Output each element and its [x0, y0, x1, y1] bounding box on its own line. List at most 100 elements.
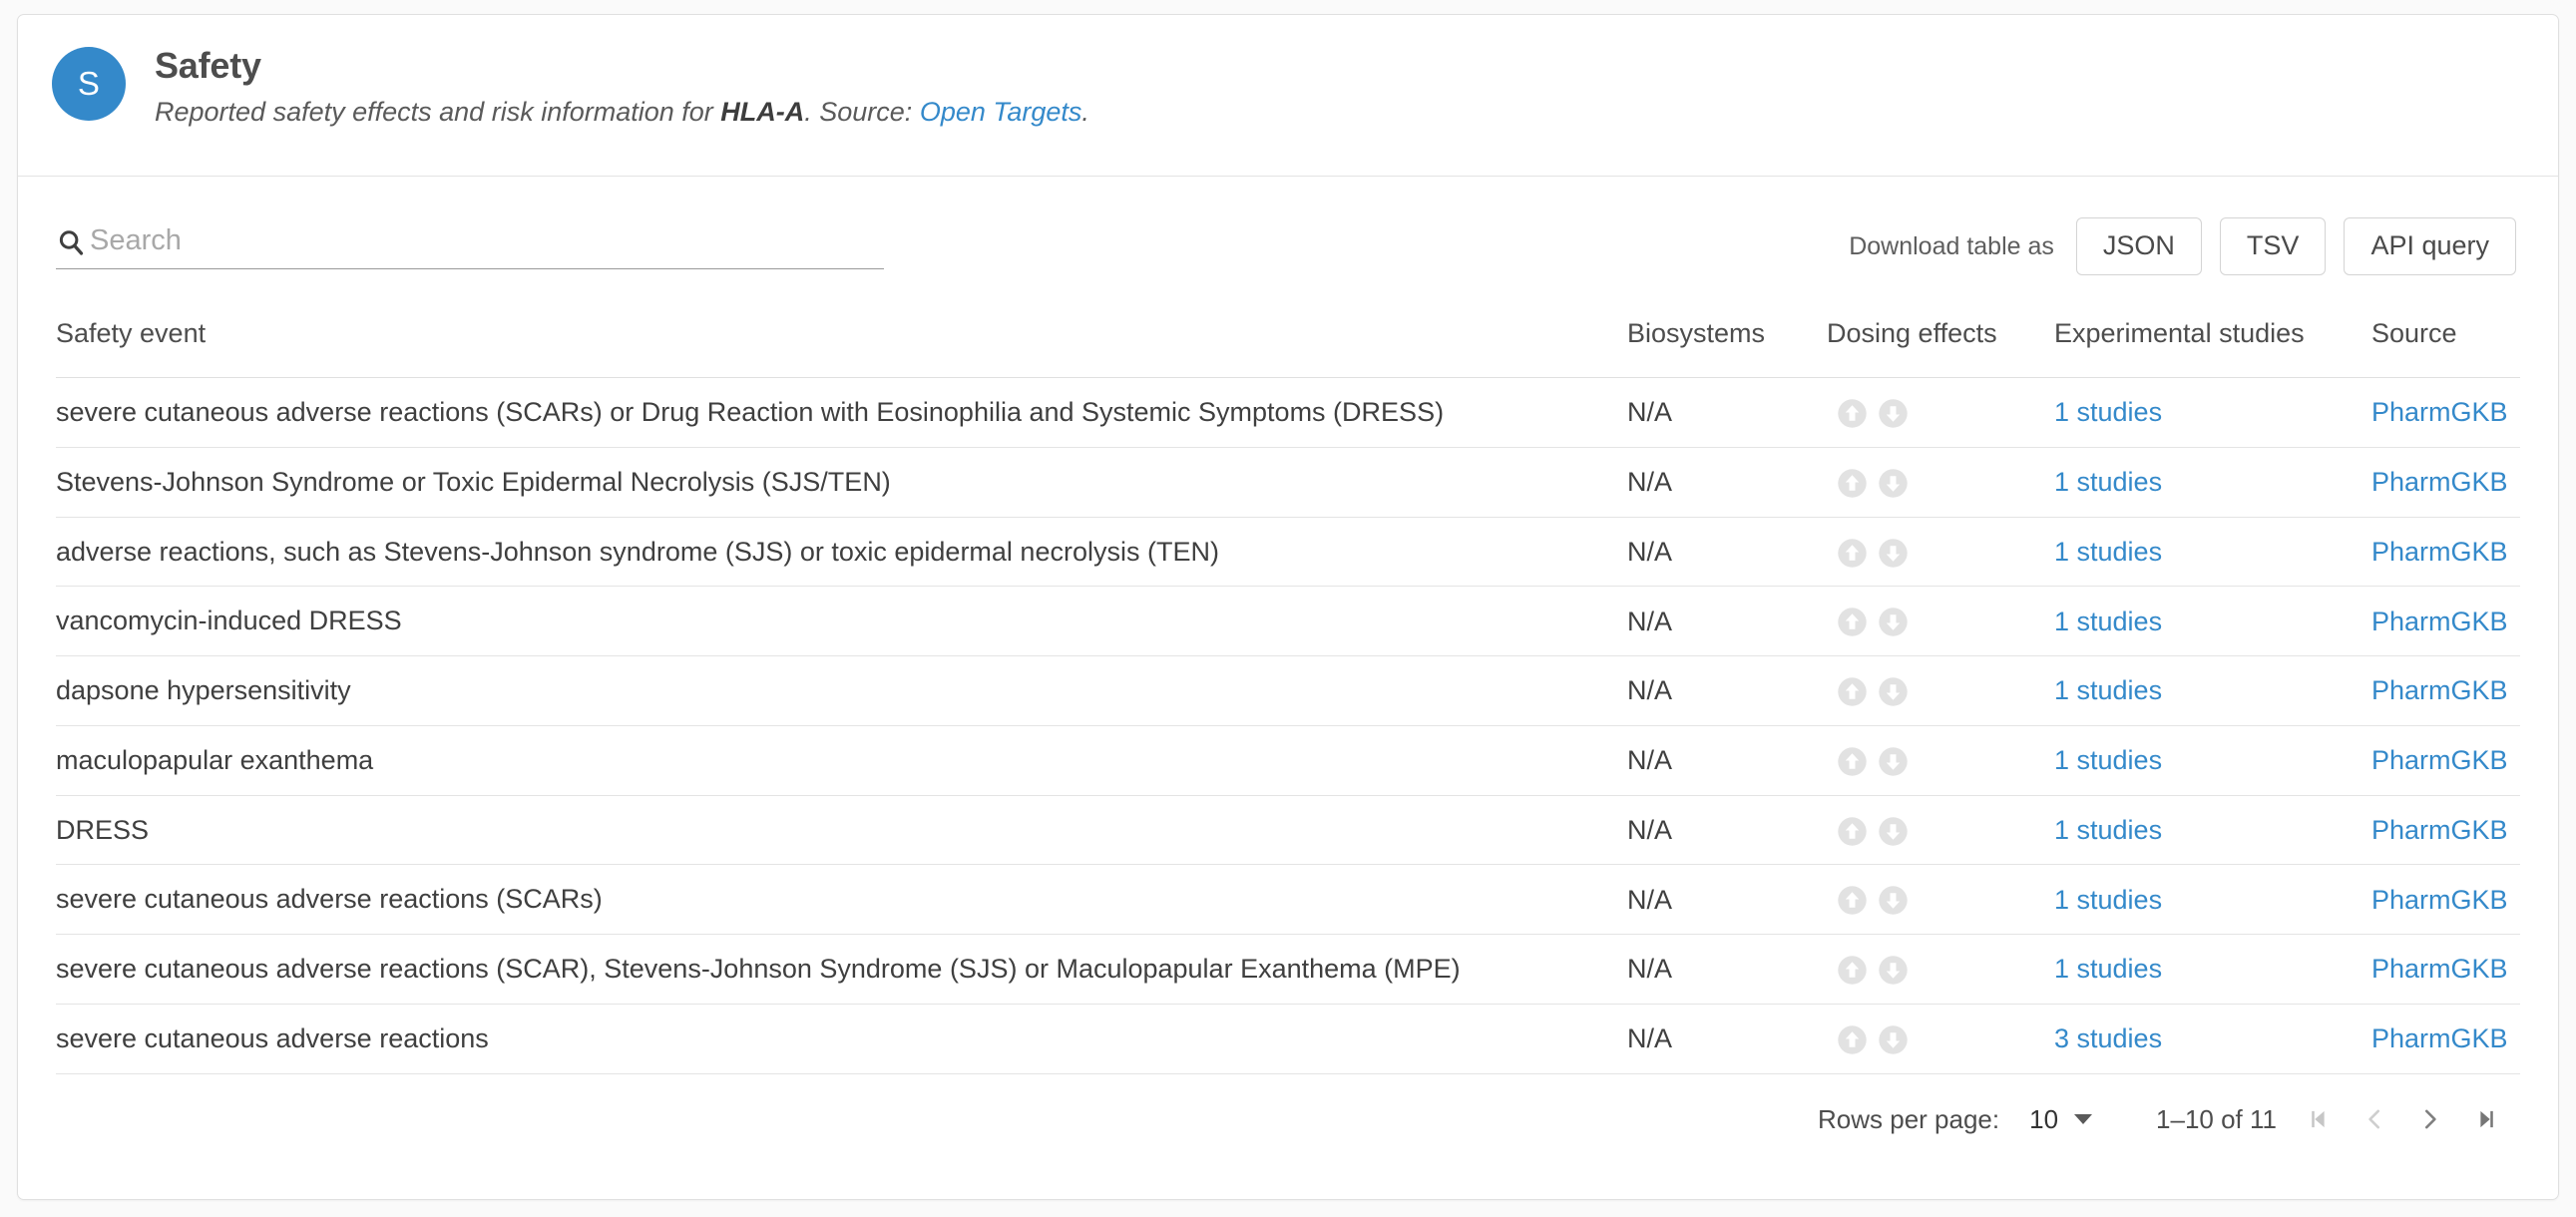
- arrow-up-circle-icon: [1838, 1025, 1867, 1054]
- download-json-button[interactable]: JSON: [2075, 217, 2202, 275]
- source-link[interactable]: PharmGKB: [2371, 397, 2508, 427]
- cell-experimental-studies: 1 studies: [2054, 655, 2371, 726]
- studies-link[interactable]: 1 studies: [2054, 815, 2162, 845]
- table-row: severe cutaneous adverse reactions (SCAR…: [56, 864, 2520, 935]
- studies-link[interactable]: 1 studies: [2054, 397, 2162, 427]
- cell-experimental-studies: 1 studies: [2054, 517, 2371, 588]
- source-link[interactable]: PharmGKB: [2371, 675, 2508, 705]
- cell-safety-event: adverse reactions, such as Stevens-Johns…: [56, 536, 1219, 567]
- studies-link[interactable]: 1 studies: [2054, 885, 2162, 915]
- cell-safety-event: severe cutaneous adverse reactions (SCAR…: [56, 954, 1461, 984]
- arrow-up-circle-icon: [1838, 399, 1867, 428]
- cell-safety-event: vancomycin-induced DRESS: [56, 606, 402, 636]
- cell-experimental-studies: 1 studies: [2054, 377, 2371, 448]
- cell-source: PharmGKB: [2371, 447, 2520, 518]
- cell-dosing-effects: [1827, 934, 2054, 1005]
- cell-dosing-effects: [1827, 447, 2054, 518]
- arrow-down-circle-icon: [1879, 608, 1908, 637]
- cell-source: PharmGKB: [2371, 725, 2520, 796]
- cell-safety-event: severe cutaneous adverse reactions: [56, 1022, 489, 1053]
- avatar: S: [52, 47, 126, 121]
- subtitle-suffix: .: [1081, 97, 1089, 128]
- source-link[interactable]: PharmGKB: [2371, 1023, 2508, 1053]
- rows-per-page-select[interactable]: 10: [2029, 1104, 2093, 1135]
- page-background: S Safety Reported safety effects and ris…: [0, 0, 2576, 1217]
- page-subtitle: Reported safety effects and risk informa…: [155, 96, 1089, 130]
- arrow-up-circle-icon: [1838, 469, 1867, 498]
- gene-symbol: HLA-A: [720, 97, 805, 128]
- studies-link[interactable]: 1 studies: [2054, 675, 2162, 705]
- open-targets-link[interactable]: Open Targets: [920, 97, 1082, 127]
- column-header-experimental-studies[interactable]: Experimental studies: [2054, 288, 2371, 378]
- source-link[interactable]: PharmGKB: [2371, 467, 2508, 497]
- cell-safety-event: dapsone hypersensitivity: [56, 675, 351, 705]
- pagination-range-label: 1–10 of 11: [2156, 1103, 2277, 1134]
- subtitle-prefix: Reported safety effects and risk informa…: [155, 97, 721, 128]
- cell-source: PharmGKB: [2371, 795, 2520, 866]
- cell-biosystems: N/A: [1627, 795, 1827, 866]
- search-input[interactable]: [90, 225, 884, 257]
- table-header-row: Safety event Biosystems Dosing effects E…: [56, 288, 2520, 378]
- search-field[interactable]: [56, 225, 884, 269]
- arrow-up-circle-icon: [1838, 747, 1867, 776]
- cell-experimental-studies: 1 studies: [2054, 725, 2371, 796]
- arrow-down-circle-icon: [1879, 399, 1908, 428]
- arrow-up-circle-icon: [1838, 538, 1867, 568]
- studies-link[interactable]: 3 studies: [2054, 1023, 2162, 1053]
- source-link[interactable]: PharmGKB: [2371, 607, 2508, 636]
- source-link[interactable]: PharmGKB: [2371, 885, 2508, 915]
- arrow-down-circle-icon: [1879, 538, 1908, 568]
- previous-page-button[interactable]: [2347, 1104, 2402, 1134]
- studies-link[interactable]: 1 studies: [2054, 467, 2162, 497]
- arrow-down-circle-icon: [1879, 677, 1908, 706]
- studies-link[interactable]: 1 studies: [2054, 745, 2162, 775]
- table-row: adverse reactions, such as Stevens-Johns…: [56, 517, 2520, 588]
- cell-dosing-effects: [1827, 864, 2054, 935]
- cell-biosystems: N/A: [1627, 725, 1827, 796]
- page-title: Safety: [155, 45, 261, 86]
- source-link[interactable]: PharmGKB: [2371, 954, 2508, 984]
- column-header-dosing-effects[interactable]: Dosing effects: [1827, 288, 2054, 378]
- cell-biosystems: N/A: [1627, 655, 1827, 726]
- first-page-icon: [2312, 1110, 2325, 1128]
- cell-dosing-effects: [1827, 795, 2054, 866]
- source-link[interactable]: PharmGKB: [2371, 745, 2508, 775]
- cell-biosystems: N/A: [1627, 864, 1827, 935]
- card-header: S Safety Reported safety effects and ris…: [18, 15, 2558, 177]
- column-header-source[interactable]: Source: [2371, 288, 2520, 378]
- arrow-up-circle-icon: [1838, 677, 1867, 706]
- rows-per-page-label: Rows per page:: [1818, 1103, 2000, 1134]
- arrow-down-circle-icon: [1879, 747, 1908, 776]
- cell-safety-event: severe cutaneous adverse reactions (SCAR…: [56, 397, 1445, 427]
- arrow-up-circle-icon: [1838, 956, 1867, 985]
- last-page-button[interactable]: [2458, 1104, 2514, 1134]
- column-header-safety-event[interactable]: Safety event: [56, 288, 1627, 378]
- cell-source: PharmGKB: [2371, 934, 2520, 1005]
- arrow-down-circle-icon: [1879, 956, 1908, 985]
- column-header-biosystems[interactable]: Biosystems: [1627, 288, 1827, 378]
- last-page-icon: [2480, 1110, 2493, 1128]
- studies-link[interactable]: 1 studies: [2054, 954, 2162, 984]
- api-query-button[interactable]: API query: [2344, 217, 2516, 275]
- cell-source: PharmGKB: [2371, 517, 2520, 588]
- first-page-button[interactable]: [2291, 1104, 2347, 1134]
- arrow-down-circle-icon: [1879, 816, 1908, 846]
- cell-dosing-effects: [1827, 517, 2054, 588]
- cell-safety-event: maculopapular exanthema: [56, 744, 374, 775]
- cell-biosystems: N/A: [1627, 377, 1827, 448]
- cell-biosystems: N/A: [1627, 934, 1827, 1005]
- next-page-button[interactable]: [2402, 1104, 2458, 1134]
- next-page-icon: [2424, 1109, 2436, 1129]
- studies-link[interactable]: 1 studies: [2054, 607, 2162, 636]
- cell-experimental-studies: 1 studies: [2054, 934, 2371, 1005]
- studies-link[interactable]: 1 studies: [2054, 537, 2162, 567]
- source-link[interactable]: PharmGKB: [2371, 815, 2508, 845]
- download-tsv-button[interactable]: TSV: [2219, 217, 2327, 275]
- subtitle-mid: . Source:: [804, 97, 920, 128]
- cell-biosystems: N/A: [1627, 517, 1827, 588]
- source-link[interactable]: PharmGKB: [2371, 537, 2508, 567]
- table-row: maculopapular exanthema N/A 1 studies Pharm…: [56, 725, 2520, 796]
- table-row: DRESS N/A 1 studies PharmGKB: [56, 795, 2520, 866]
- download-controls: Download table as JSON TSV API query: [1849, 217, 2520, 275]
- cell-source: PharmGKB: [2371, 1004, 2520, 1074]
